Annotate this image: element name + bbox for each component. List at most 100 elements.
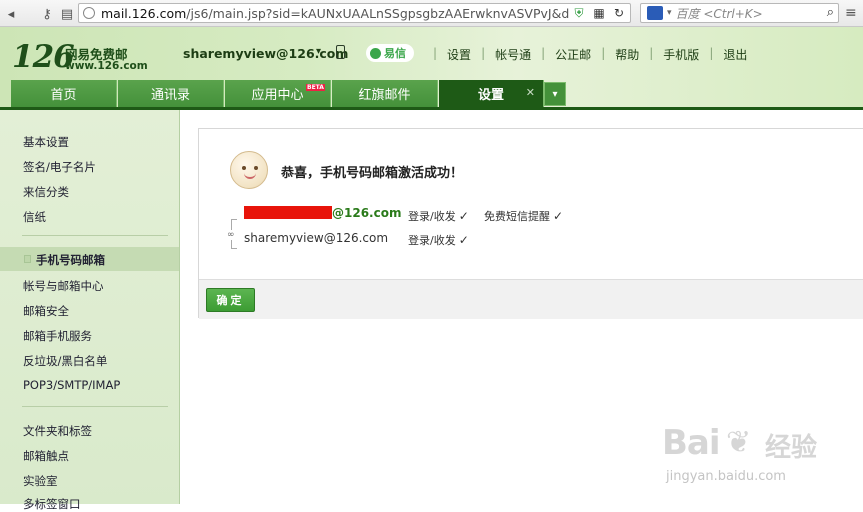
link-gongzhengyou[interactable]: 公正邮 (555, 46, 591, 63)
divider (22, 406, 168, 407)
baidu-watermark: Bai ❦ 经验 jingyan.baidu.com (660, 423, 860, 503)
account-name[interactable]: sharemyview@126.com (183, 46, 348, 61)
tab-label: 首页 (50, 88, 77, 103)
search-placeholder: 百度 <Ctrl+K> (675, 6, 763, 21)
phone-address-row: @126.com (244, 206, 401, 220)
tab-apps[interactable]: 应用中心 BETA (225, 80, 331, 107)
logo-url: www.126.com (65, 60, 148, 72)
reader-icon[interactable]: ▤ (56, 3, 78, 25)
tab-bar: 首页 通讯录 应用中心 BETA 红旗邮件 设置 ✕ ▾ (0, 80, 863, 110)
chevron-down-icon[interactable]: ▾ (316, 46, 321, 57)
yixin-label: 易信 (384, 47, 406, 60)
sidebar-item-account-center[interactable]: 帐号与邮箱中心 (23, 278, 104, 294)
link-mobile[interactable]: 手机版 (663, 46, 699, 63)
sidebar-item-mobile-service[interactable]: 邮箱手机服务 (23, 328, 92, 344)
tab-home[interactable]: 首页 (11, 80, 117, 107)
close-icon[interactable]: ✕ (526, 86, 535, 99)
divider: | (649, 46, 654, 60)
yixin-button[interactable]: 易信 (366, 44, 414, 62)
search-box[interactable]: ▾ 百度 <Ctrl+K> ⌕ (640, 3, 839, 23)
email-address: sharemyview@126.com (244, 231, 389, 245)
chevron-down-icon: ▾ (552, 88, 558, 100)
key-icon[interactable]: ⚷ (36, 3, 58, 25)
sidebar-item-antispam[interactable]: 反垃圾/黑白名单 (23, 353, 107, 369)
sidebar-item-folders[interactable]: 文件夹和标签 (23, 423, 92, 439)
confirm-button[interactable]: 确定 (206, 288, 255, 312)
tab-label: 通讯录 (150, 88, 190, 103)
baidu-paw-icon (647, 6, 663, 20)
globe-icon (83, 7, 95, 19)
paw-icon: ❦ (726, 425, 752, 460)
divider: | (709, 46, 714, 60)
tag-label: 登录/收发 (408, 210, 456, 223)
shield-icon[interactable]: ⛨ (572, 6, 586, 20)
tab-label: 应用中心 (251, 88, 304, 103)
link-settings[interactable]: 设置 (447, 46, 471, 63)
chain-icon: ∞ (227, 230, 235, 240)
sidebar-item-filter[interactable]: 来信分类 (23, 184, 69, 200)
smiley-avatar-icon (230, 151, 268, 189)
marker-icon (24, 255, 31, 263)
tag-label: 登录/收发 (408, 234, 456, 247)
eye (242, 166, 246, 170)
watermark-url: jingyan.baidu.com (666, 469, 786, 484)
email-tag-login: 登录/收发 ✓ (408, 232, 469, 248)
redacted-phone (244, 206, 332, 219)
sidebar-item-basic[interactable]: 基本设置 (23, 134, 69, 150)
sidebar-item-pop3[interactable]: POP3/SMTP/IMAP (23, 378, 120, 392)
browser-toolbar: ◂ ⚷ ▤ mail.126.com/js6/main.jsp?sid=kAUN… (0, 0, 863, 27)
sidebar-item-security[interactable]: 邮箱安全 (23, 303, 69, 319)
sidebar-item-phone-mailbox[interactable]: 手机号码邮箱 (0, 247, 179, 271)
divider: | (481, 46, 486, 60)
activation-panel: 恭喜，手机号码邮箱激活成功！ ∞ @126.com 登录/收发 ✓ 免费短信提醒 ✓… (198, 128, 863, 319)
watermark-brand: Bai (662, 423, 721, 463)
beta-badge: BETA (306, 84, 325, 91)
link-help[interactable]: 帮助 (615, 46, 639, 63)
menu-icon[interactable]: ≡ (845, 5, 861, 21)
phone-domain: @126.com (332, 206, 402, 220)
phone-icon[interactable] (336, 45, 345, 59)
check-icon: ✓ (553, 209, 564, 223)
chevron-down-icon[interactable]: ▾ (667, 8, 672, 18)
search-icon[interactable]: ⌕ (827, 5, 834, 20)
sidebar-item-touchpoint[interactable]: 邮箱触点 (23, 448, 69, 464)
tab-dropdown-button[interactable]: ▾ (544, 82, 566, 106)
address-bar[interactable]: mail.126.com/js6/main.jsp?sid=kAUNxUAALn… (78, 3, 631, 23)
sidebar-item-stationery[interactable]: 信纸 (23, 209, 46, 225)
sidebar-item-lab[interactable]: 实验室 (23, 473, 58, 489)
check-icon: ✓ (458, 209, 469, 223)
qrcode-icon[interactable]: ▦ (592, 6, 606, 20)
url-text: mail.126.com/js6/main.jsp?sid=kAUNxUAALn… (101, 5, 570, 21)
refresh-icon[interactable]: ↻ (612, 6, 626, 20)
link-logout[interactable]: 退出 (723, 46, 747, 63)
phone-tag-sms: 免费短信提醒 ✓ (484, 208, 563, 224)
eye (254, 166, 258, 170)
sidebar-item-signature[interactable]: 签名/电子名片 (23, 159, 96, 175)
dropdown-icon[interactable]: ◂ (0, 3, 22, 25)
tab-contacts[interactable]: 通讯录 (118, 80, 224, 107)
tag-label: 免费短信提醒 (484, 210, 550, 223)
yixin-icon (370, 47, 381, 59)
tab-label: 红旗邮件 (358, 88, 411, 103)
tab-settings[interactable]: 设置 ✕ (439, 80, 544, 107)
divider: | (433, 46, 438, 60)
divider (22, 235, 168, 236)
link-account[interactable]: 帐号通 (495, 46, 531, 63)
sidebar-item-multitab[interactable]: 多标签窗口 (23, 496, 81, 512)
logo[interactable]: 126 网易免费邮 www.126.com (12, 39, 172, 75)
watermark-cn: 经验 (765, 433, 818, 463)
tab-label: 设置 (477, 88, 504, 103)
success-title: 恭喜，手机号码邮箱激活成功！ (281, 166, 464, 181)
mail-header: 126 网易免费邮 www.126.com sharemyview@126.co… (0, 27, 863, 110)
settings-sidebar: 基本设置 签名/电子名片 来信分类 信纸 手机号码邮箱 帐号与邮箱中心 邮箱安全… (0, 110, 180, 511)
divider: | (541, 46, 546, 60)
panel-footer: 确定 (199, 279, 863, 319)
tab-flagged[interactable]: 红旗邮件 (332, 80, 438, 107)
sidebar-item-label: 手机号码邮箱 (36, 253, 105, 267)
top-links: | 设置 | 帐号通 | 公正邮 | 帮助 | 手机版 | 退出 (423, 46, 747, 63)
email-address-row: sharemyview@126.com (244, 231, 388, 245)
phone-tag-login: 登录/收发 ✓ (408, 208, 469, 224)
divider: | (601, 46, 606, 60)
mouth (244, 173, 256, 179)
check-icon: ✓ (458, 233, 469, 247)
